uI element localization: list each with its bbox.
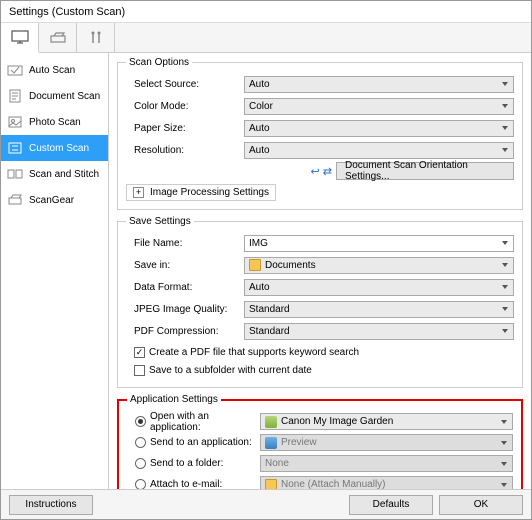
application-settings-group: Application Settings Open with an applic… [117,394,523,489]
send-to-folder-combo[interactable]: None [260,455,513,472]
select-source-label: Select Source: [126,79,244,90]
settings-window: Settings (Custom Scan) Auto Scan Documen… [0,0,532,520]
open-with-label: Open with an application: [150,411,256,433]
sidebar-item-custom-scan[interactable]: Custom Scan [1,135,108,161]
create-pdf-checkbox[interactable]: ✓ [134,347,145,358]
ok-button[interactable]: OK [439,495,523,515]
sidebar-label: Photo Scan [29,117,81,128]
sidebar-label: Document Scan [29,91,100,102]
photo-scan-icon [7,115,23,129]
save-in-combo[interactable]: Documents [244,257,514,274]
file-name-label: File Name: [126,238,244,249]
send-to-app-radio[interactable] [135,437,146,448]
sidebar-item-photo-scan[interactable]: Photo Scan [1,109,108,135]
sidebar-label: Scan and Stitch [29,169,99,180]
save-settings-legend: Save Settings [126,216,194,227]
bottom-bar: Instructions Defaults OK [1,489,531,519]
titlebar: Settings (Custom Scan) [1,1,531,23]
send-to-folder-label: Send to a folder: [150,458,256,469]
color-mode-combo[interactable]: Color [244,98,514,115]
orientation-settings-button[interactable]: Document Scan Orientation Settings... [336,162,514,180]
save-subfolder-label: Save to a subfolder with current date [149,365,312,376]
scanner-icon [48,30,68,46]
reset-orientation-icon[interactable]: ↩ ⇄ [311,165,333,178]
instructions-button[interactable]: Instructions [9,495,93,515]
paper-size-label: Paper Size: [126,123,244,134]
sidebar-label: Custom Scan [29,143,89,154]
save-subfolder-checkbox[interactable] [134,365,145,376]
app-icon [265,416,277,428]
monitor-icon [10,29,30,45]
sidebar-item-scangear[interactable]: ScanGear [1,187,108,213]
select-source-combo[interactable]: Auto [244,76,514,93]
plus-icon: + [133,187,144,198]
sidebar-item-scan-stitch[interactable]: Scan and Stitch [1,161,108,187]
jpeg-quality-label: JPEG Image Quality: [126,304,244,315]
content: Scan Options Select Source: Auto Color M… [109,53,531,489]
resolution-label: Resolution: [126,145,244,156]
paper-size-combo[interactable]: Auto [244,120,514,137]
tab-general-settings[interactable] [77,23,115,52]
data-format-label: Data Format: [126,282,244,293]
open-with-radio[interactable] [135,416,146,427]
folder-icon [249,259,261,271]
send-to-app-label: Send to an application: [150,437,256,448]
data-format-combo[interactable]: Auto [244,279,514,296]
tools-icon [86,30,106,46]
scan-options-legend: Scan Options [126,57,192,68]
send-to-folder-radio[interactable] [135,458,146,469]
pdf-compression-combo[interactable]: Standard [244,323,514,340]
sidebar-item-document-scan[interactable]: Document Scan [1,83,108,109]
save-in-label: Save in: [126,260,244,271]
sidebar-label: Auto Scan [29,65,75,76]
body: Auto Scan Document Scan Photo Scan Custo… [1,53,531,489]
create-pdf-label: Create a PDF file that supports keyword … [149,347,359,358]
folder-icon [265,479,277,490]
sidebar-label: ScanGear [29,195,74,206]
send-to-app-combo[interactable]: Preview [260,434,513,451]
save-settings-group: Save Settings File Name: IMG Save in: Do… [117,216,523,388]
image-processing-label: Image Processing Settings [150,187,269,198]
attach-email-label: Attach to e-mail: [150,479,256,489]
sidebar-item-auto-scan[interactable]: Auto Scan [1,57,108,83]
top-tabs [1,23,531,53]
image-processing-expand[interactable]: + Image Processing Settings [126,184,276,201]
tab-scan-from-panel[interactable] [39,23,77,52]
window-title: Settings (Custom Scan) [9,6,125,18]
custom-scan-icon [7,141,23,155]
preview-icon [265,437,277,449]
scangear-icon [7,193,23,207]
application-settings-legend: Application Settings [127,394,221,405]
scan-stitch-icon [7,167,23,181]
tab-scan-from-computer[interactable] [1,23,39,53]
jpeg-quality-combo[interactable]: Standard [244,301,514,318]
pdf-compression-label: PDF Compression: [126,326,244,337]
file-name-combo[interactable]: IMG [244,235,514,252]
attach-email-radio[interactable] [135,479,146,489]
auto-scan-icon [7,63,23,77]
color-mode-label: Color Mode: [126,101,244,112]
sidebar: Auto Scan Document Scan Photo Scan Custo… [1,53,109,489]
defaults-button[interactable]: Defaults [349,495,433,515]
resolution-combo[interactable]: Auto [244,142,514,159]
attach-email-combo[interactable]: None (Attach Manually) [260,476,513,489]
document-scan-icon [7,89,23,103]
scan-options-group: Scan Options Select Source: Auto Color M… [117,57,523,210]
open-with-combo[interactable]: Canon My Image Garden [260,413,513,430]
